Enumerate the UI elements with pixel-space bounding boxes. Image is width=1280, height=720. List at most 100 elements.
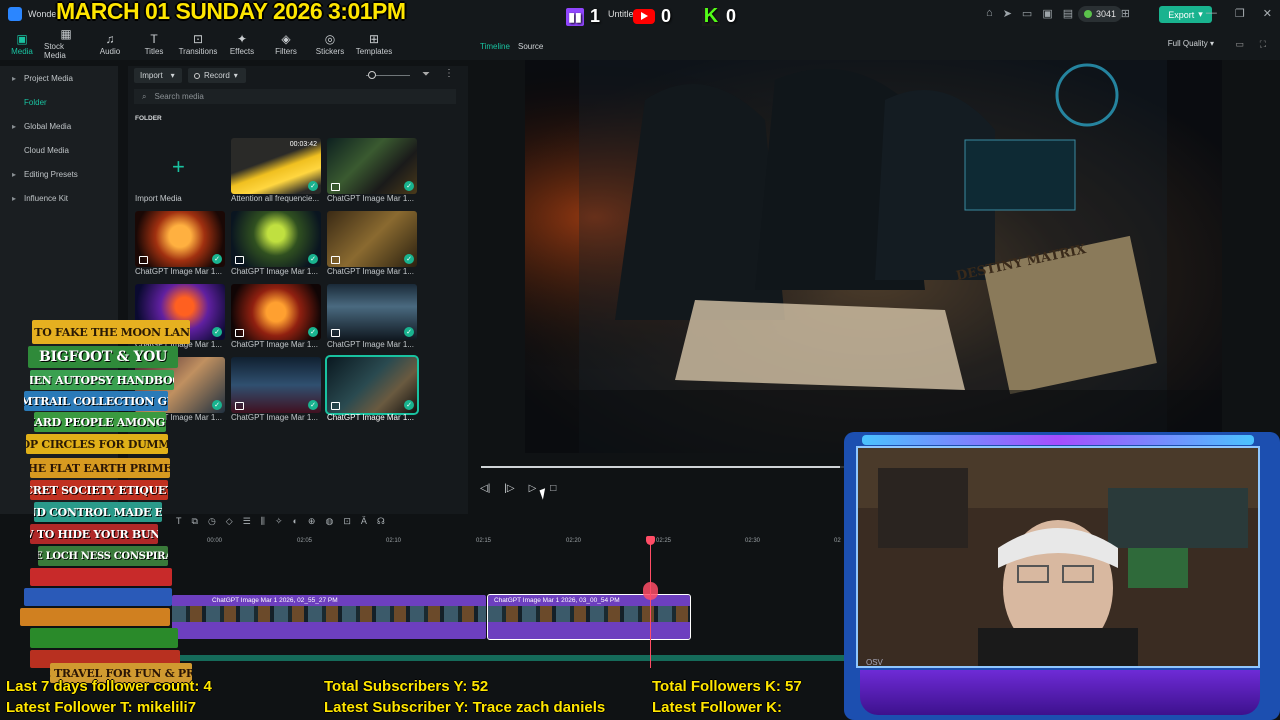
media-thumbnail[interactable]: ✓ <box>327 138 417 194</box>
more-icon[interactable]: ⋮ <box>444 68 454 79</box>
book-spine: SECRET SOCIETY ETIQUETTE <box>30 480 168 500</box>
quality-select[interactable]: Full Quality ▾ <box>1168 39 1214 48</box>
translate-icon[interactable]: Ä <box>361 516 367 526</box>
image-icon <box>235 402 244 410</box>
timeline-clip[interactable]: ChatGPT Image Mar 1 2026, 02_55_27 PM <box>172 595 486 639</box>
play-pause-icon[interactable]: ▷ <box>529 483 537 494</box>
check-icon: ✓ <box>212 327 222 337</box>
tool-transitions[interactable]: ⊡ Transitions <box>176 28 220 60</box>
tool-media[interactable]: ▣ Media <box>0 28 44 60</box>
play-icon[interactable]: |▷ <box>504 483 514 494</box>
kick-latest-follower: Latest Follower K: <box>652 699 783 716</box>
tool-label: Titles <box>144 46 164 56</box>
send-icon[interactable]: ➤ <box>1003 7 1012 20</box>
export-button[interactable]: Export ▾ <box>1159 6 1212 23</box>
timeline-ruler[interactable]: 00:00 02:05 02:10 02:15 02:20 02:25 02:3… <box>170 536 850 550</box>
progress-fill <box>481 466 840 468</box>
layout-icon[interactable]: ▭ <box>1022 7 1032 20</box>
tab-timeline[interactable]: Timeline <box>480 42 510 51</box>
audio-edit-icon[interactable]: ☊ <box>377 516 385 527</box>
gift-icon[interactable]: ⌂ <box>986 7 993 20</box>
add-icon[interactable]: + <box>172 154 185 180</box>
tool-filters[interactable]: ◈ Filters <box>264 28 308 60</box>
tool-templates[interactable]: ⊞ Templates <box>352 28 396 60</box>
ruler-tick: 02:05 <box>297 538 313 544</box>
screen: Wondershare Untitle ⌂ ➤ ▭ ▣ ▤ ☁ ◔ ⊞ 3041… <box>0 0 1280 720</box>
keyframe-icon[interactable]: ◇ <box>226 516 233 527</box>
check-icon: ✓ <box>212 400 222 410</box>
motion-icon[interactable]: ⊕ <box>308 516 316 527</box>
media-thumbnail[interactable]: ✓ <box>135 211 225 267</box>
import-media-label[interactable]: Import Media <box>135 194 227 203</box>
clip-thumbnails <box>172 606 486 622</box>
webcam-frame-bottom <box>860 670 1260 715</box>
tool-label: Filters <box>275 46 297 56</box>
media-thumbnail[interactable]: ✓ <box>327 211 417 267</box>
credits-badge[interactable]: 3041 <box>1077 6 1122 22</box>
minimize-icon[interactable]: — <box>1206 7 1217 20</box>
monitor-icon[interactable]: ▣ <box>1042 7 1052 20</box>
project-title[interactable]: Untitle <box>608 9 634 19</box>
check-icon: ✓ <box>308 400 318 410</box>
sidebar-item-cloud-media[interactable]: Cloud Media <box>0 138 118 162</box>
preview-canvas[interactable]: DESTINY MATRIX <box>525 60 1222 453</box>
tool-audio[interactable]: ♫ Audio <box>88 28 132 60</box>
maximize-icon[interactable]: ❐ <box>1235 7 1245 20</box>
sidebar-item-folder[interactable]: Folder <box>0 90 118 114</box>
check-icon: ✓ <box>308 327 318 337</box>
playhead-handle[interactable] <box>646 536 655 545</box>
import-label: Import <box>140 71 163 80</box>
image-icon <box>235 256 244 264</box>
playhead[interactable] <box>650 536 651 668</box>
tool-titles[interactable]: T Titles <box>132 28 176 60</box>
ruler-tick: 02:10 <box>386 538 402 544</box>
grid-icon[interactable]: ⊞ <box>1121 7 1130 20</box>
adjust-icon[interactable]: ☰ <box>243 516 251 527</box>
media-thumbnail[interactable]: ✓ <box>231 284 321 340</box>
sidebar-item-influence-kit[interactable]: Influence Kit <box>0 186 118 210</box>
scissors-icon[interactable] <box>643 582 658 600</box>
stabilize-icon[interactable]: ⊡ <box>343 516 351 527</box>
media-thumbnail[interactable]: 00:03:42 ✓ <box>231 138 321 194</box>
save-icon[interactable]: ▤ <box>1063 7 1073 20</box>
record-button[interactable]: Record ▾ <box>188 68 246 83</box>
tab-source[interactable]: Source <box>518 42 543 51</box>
media-thumbnail[interactable]: ✓ <box>231 357 321 413</box>
book-spine: ALIEN AUTOPSY HANDBOOK <box>30 370 174 390</box>
close-icon[interactable]: ✕ <box>1263 7 1272 20</box>
snapshot-icon[interactable]: ▭ <box>1235 39 1244 50</box>
transitions-icon: ⊡ <box>192 31 204 46</box>
sidebar-item-editing-presets[interactable]: Editing Presets <box>0 162 118 186</box>
media-label: ChatGPT Image Mar 1... <box>327 267 414 276</box>
media-thumbnail[interactable]: ✓ <box>231 211 321 267</box>
media-thumbnail[interactable]: ✓ <box>327 284 417 340</box>
video-track: ChatGPT Image Mar 1 2026, 02_55_27 PM Ch… <box>172 594 691 640</box>
search-input[interactable]: ⌕ Search media <box>134 89 456 104</box>
book-spine: CHEMTRAIL COLLECTION GUIDE <box>24 391 168 411</box>
search-icon: ⌕ <box>142 91 147 101</box>
import-button[interactable]: Import ▾ <box>134 68 182 83</box>
media-label: ChatGPT Image Mar 1... <box>231 413 318 422</box>
sidebar-item-global-media[interactable]: Global Media <box>0 114 118 138</box>
book-stack-overlay: HOW TO FAKE THE MOON LANDING BIGFOOT & Y… <box>0 318 200 718</box>
previous-frame-icon[interactable]: ◁| <box>480 483 490 494</box>
filter-icon[interactable]: ⏷ <box>422 69 430 80</box>
timeline-clip-selected[interactable]: ChatGPT Image Mar 1 2026, 03_00_54 PM <box>487 594 691 640</box>
tool-stickers[interactable]: ◎ Stickers <box>308 28 352 60</box>
stop-icon[interactable]: □ <box>550 483 556 494</box>
ai-icon[interactable]: ✧ <box>275 516 283 527</box>
mask-icon[interactable]: ◍ <box>325 516 333 527</box>
playback-progress[interactable] <box>481 466 851 468</box>
tool-effects[interactable]: ✦ Effects <box>220 28 264 60</box>
tool-stock-media[interactable]: ▦ Stock Media <box>44 28 88 60</box>
color-icon[interactable]: ◐ <box>292 516 297 526</box>
check-icon: ✓ <box>404 181 414 191</box>
fullscreen-icon[interactable]: ⛶ <box>1260 39 1266 50</box>
sidebar-item-project-media[interactable]: Project Media <box>0 66 118 90</box>
speed-icon[interactable]: ◷ <box>208 516 216 527</box>
audio-track-waveform[interactable] <box>172 648 852 668</box>
thumbnail-size-slider[interactable] <box>368 71 376 79</box>
book-spine: CROP CIRCLES FOR DUMMIES <box>26 434 168 454</box>
split-icon[interactable]: ⫼ <box>261 516 265 527</box>
media-thumbnail-selected[interactable]: ✓ <box>325 355 419 415</box>
